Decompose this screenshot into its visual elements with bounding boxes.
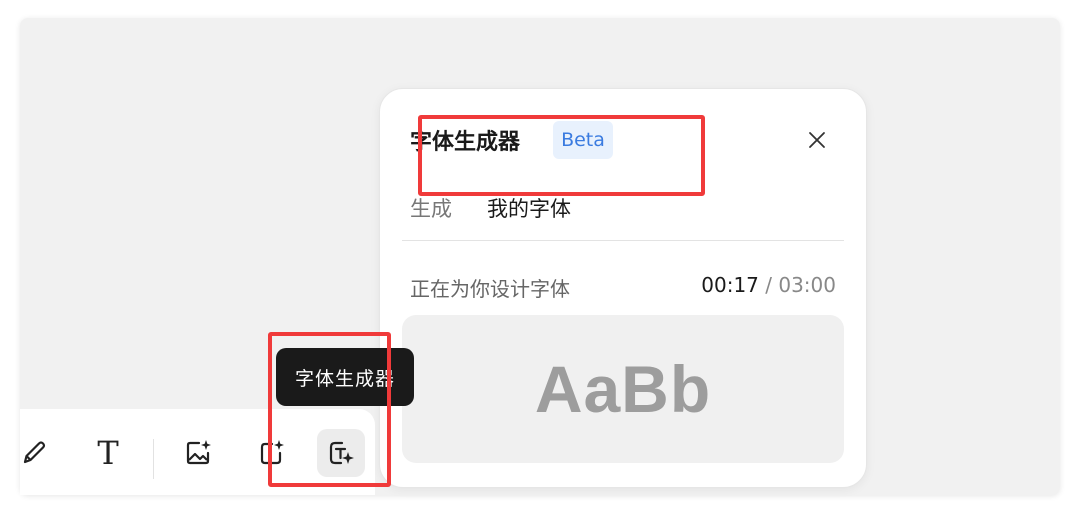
preview-sample-text: AaBb [534,352,712,426]
annotation-title-highlight [418,115,705,196]
generation-status: 正在为你设计字体 [410,277,570,301]
text-icon: T [97,434,119,472]
tab-my-fonts[interactable]: 我的字体 [487,193,571,223]
close-button[interactable] [800,123,834,157]
close-icon [809,132,825,148]
image-sparkle-icon [186,440,211,465]
timer-total: 03:00 [778,273,836,297]
toolbar-divider [153,439,154,479]
tab-generate[interactable]: 生成 [410,193,452,223]
pencil-tool[interactable] [10,429,58,477]
generation-timer: 00:17 / 03:00 [701,273,836,297]
pencil-icon [23,441,46,464]
text-tool[interactable]: T [84,429,132,477]
annotation-tool-highlight [268,332,391,487]
image-generate-tool[interactable] [174,429,222,477]
font-preview: AaBb [402,315,844,463]
tabs-divider [402,240,844,241]
timer-separator: / [765,273,772,297]
timer-elapsed: 00:17 [701,273,759,297]
